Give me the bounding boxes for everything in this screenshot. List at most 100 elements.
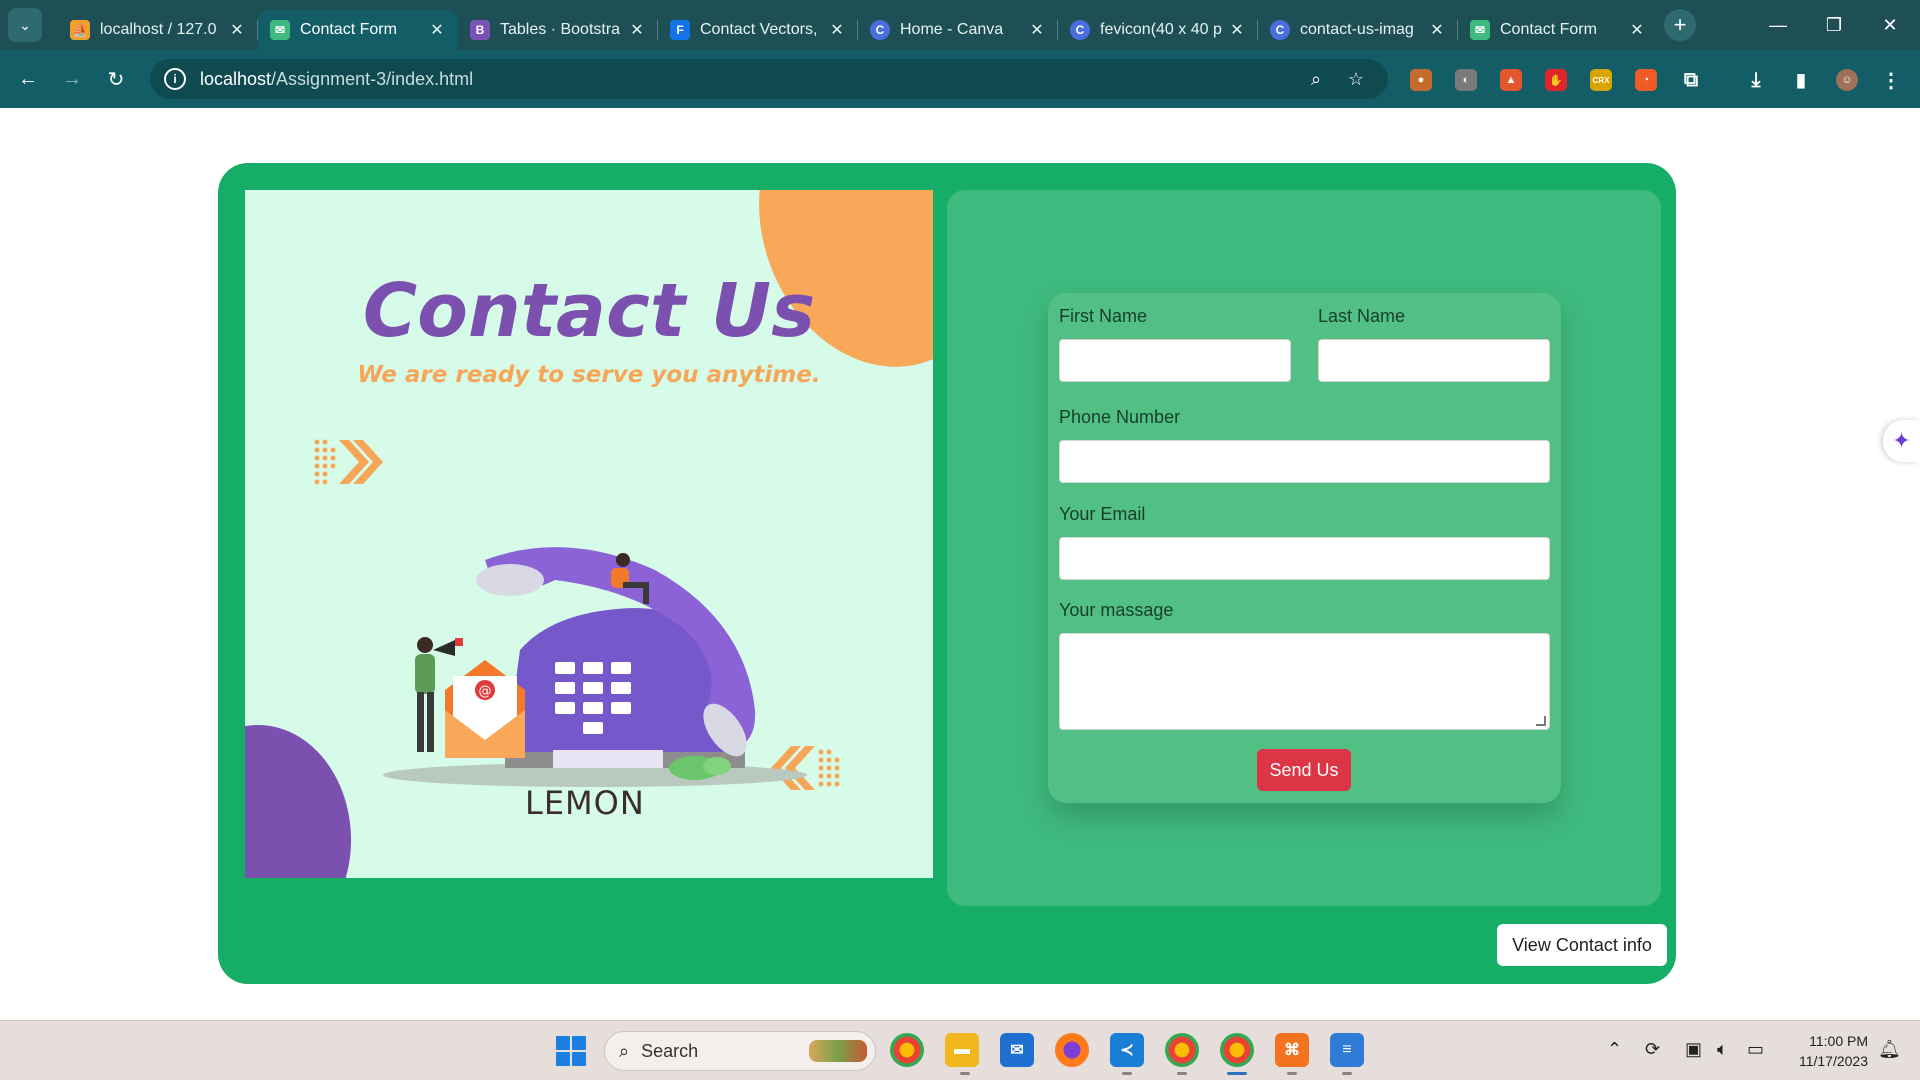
side-panel-icon[interactable]: ▮: [1790, 69, 1812, 91]
close-icon[interactable]: ✕: [828, 20, 846, 40]
canva-icon: C: [1270, 20, 1290, 40]
tab-title: Tables · Bootstra: [500, 21, 621, 38]
more-menu-icon[interactable]: ⋮: [1880, 69, 1902, 92]
close-icon[interactable]: ✕: [1028, 20, 1046, 40]
first-name-field[interactable]: [1059, 339, 1291, 382]
tab-contact-form-active[interactable]: ✉ Contact Form ✕: [258, 10, 458, 50]
close-icon[interactable]: ✕: [1628, 20, 1646, 40]
tab-title: Contact Form: [300, 21, 397, 38]
canva-icon: C: [1070, 20, 1090, 40]
phpmyadmin-icon: ⛵: [70, 20, 90, 40]
close-icon[interactable]: ✕: [1428, 20, 1446, 40]
windows-start-icon[interactable]: [556, 1036, 586, 1066]
chrome-active-icon[interactable]: [1220, 1033, 1254, 1067]
tab-contact-form-2[interactable]: ✉ Contact Form ✕: [1458, 10, 1658, 50]
contact-illustration-panel: Contact Us We are ready to serve you any…: [245, 190, 933, 878]
running-indicator: [960, 1072, 970, 1075]
zoom-icon[interactable]: ⌕: [1305, 68, 1327, 90]
chrome-profile-icon[interactable]: [1165, 1033, 1199, 1067]
notification-bell-icon[interactable]: 🔔︎: [1878, 1039, 1901, 1060]
sync-icon[interactable]: ⟳: [1645, 1039, 1660, 1060]
site-info-icon[interactable]: i: [164, 68, 186, 90]
first-name-label: First Name: [1059, 306, 1148, 326]
contact-form: First Name Last Name Phone Number Your E…: [1048, 293, 1561, 803]
close-window-button[interactable]: ✕: [1862, 0, 1918, 50]
reload-button[interactable]: ↻: [100, 63, 132, 95]
address-bar[interactable]: i localhost/Assignment-3/index.html ⌕ ☆: [150, 59, 1388, 99]
email-label: Your Email: [1059, 504, 1146, 524]
browser-tab-strip: ⌄ ⛵ localhost / 127.0 ✕ ✉ Contact Form ✕…: [0, 0, 1920, 50]
postman-extension-icon[interactable]: ◔: [1635, 69, 1657, 91]
message-textarea[interactable]: [1059, 633, 1550, 730]
close-icon[interactable]: ✕: [228, 20, 246, 40]
arrow-right-icon: →: [62, 67, 82, 90]
phone-field[interactable]: [1059, 440, 1550, 483]
extensions-puzzle-icon[interactable]: ⧉: [1680, 69, 1702, 91]
search-icon: ⌕: [619, 1040, 630, 1061]
page-subtitle: We are ready to serve you anytime.: [357, 362, 821, 388]
running-indicator: [1122, 1072, 1132, 1075]
taskbar-clock[interactable]: 11:00 PM 11/17/2023: [1784, 1031, 1868, 1071]
tab-canva-contact-image[interactable]: C contact-us-imag ✕: [1258, 10, 1458, 50]
bootstrap-icon: B: [470, 20, 490, 40]
url-path: /Assignment-3/index.html: [271, 68, 474, 89]
file-explorer-icon[interactable]: ▬: [945, 1033, 979, 1067]
stop-extension-icon[interactable]: ✋: [1545, 69, 1567, 91]
chevron-up-icon[interactable]: ⌃: [1607, 1039, 1622, 1060]
chevron-down-icon: ⌄: [19, 16, 31, 33]
battery-icon[interactable]: ▭: [1747, 1039, 1764, 1060]
tab-phpmyadmin[interactable]: ⛵ localhost / 127.0 ✕: [58, 10, 258, 50]
tab-search-button[interactable]: ⌄: [8, 8, 42, 42]
canva-icon: C: [870, 20, 890, 40]
mail-icon[interactable]: ✉: [1000, 1033, 1034, 1067]
svg-text:@: @: [479, 684, 492, 699]
clock-date: 11/17/2023: [1798, 1053, 1868, 1069]
taskbar-search[interactable]: ⌕ Search: [604, 1031, 876, 1071]
close-icon[interactable]: ✕: [428, 20, 446, 40]
tab-title: Contact Vectors,: [700, 21, 818, 38]
close-icon[interactable]: ✕: [1228, 20, 1246, 40]
tab-canva-home[interactable]: C Home - Canva ✕: [858, 10, 1058, 50]
tab-title: Home - Canva: [900, 21, 1004, 38]
restore-button[interactable]: ❐: [1806, 0, 1862, 50]
raccoon-extension-icon[interactable]: ◐: [1455, 69, 1477, 91]
profile-avatar[interactable]: ☺: [1836, 69, 1858, 91]
close-icon[interactable]: ✕: [628, 20, 646, 40]
last-name-field[interactable]: [1318, 339, 1550, 382]
lemon-logo: LEMON: [525, 784, 645, 822]
xampp-icon[interactable]: ⌘: [1275, 1033, 1309, 1067]
search-highlight-image: [809, 1040, 867, 1062]
email-field[interactable]: [1059, 537, 1550, 580]
reload-icon: ↻: [107, 68, 125, 91]
tab-canva-favicon[interactable]: C fevicon(40 x 40 p ✕: [1058, 10, 1258, 50]
bookmark-star-icon[interactable]: ☆: [1345, 68, 1367, 90]
browser-toolbar: ← → ↻ i localhost/Assignment-3/index.htm…: [0, 50, 1920, 108]
running-indicator: [1342, 1072, 1352, 1075]
crx-extension-icon[interactable]: CRX: [1590, 69, 1612, 91]
tab-contact-vectors[interactable]: F Contact Vectors, ✕: [658, 10, 858, 50]
sparkle-assistant-icon[interactable]: ✦: [1883, 420, 1920, 462]
send-button[interactable]: Send Us: [1257, 749, 1351, 791]
download-icon[interactable]: ⤓: [1745, 69, 1767, 91]
contact-illustration: @: [314, 439, 840, 790]
plus-icon: +: [1673, 12, 1687, 37]
minimize-button[interactable]: —: [1750, 0, 1806, 50]
cookie-extension-icon[interactable]: ●: [1410, 69, 1432, 91]
forward-button[interactable]: →: [56, 63, 88, 95]
firefox-icon[interactable]: [1055, 1033, 1089, 1067]
fire-extension-icon[interactable]: ▲: [1500, 69, 1522, 91]
volume-icon[interactable]: 🔈︎: [1717, 1039, 1728, 1060]
back-button[interactable]: ←: [12, 63, 44, 95]
vscode-icon[interactable]: ≺: [1110, 1033, 1144, 1067]
chrome-icon[interactable]: [890, 1033, 924, 1067]
minimize-icon: —: [1769, 14, 1787, 35]
network-icon[interactable]: ▣: [1685, 1039, 1702, 1060]
arrow-left-icon: ←: [18, 67, 38, 90]
tab-title: contact-us-imag: [1300, 21, 1414, 38]
tab-title: Contact Form: [1500, 21, 1597, 38]
dotted-arrow-left-icon: [771, 746, 840, 790]
new-tab-button[interactable]: +: [1664, 9, 1696, 41]
notepad-icon[interactable]: ≡: [1330, 1033, 1364, 1067]
view-contact-info-button[interactable]: View Contact info: [1497, 924, 1667, 966]
tab-bootstrap[interactable]: B Tables · Bootstra ✕: [458, 10, 658, 50]
